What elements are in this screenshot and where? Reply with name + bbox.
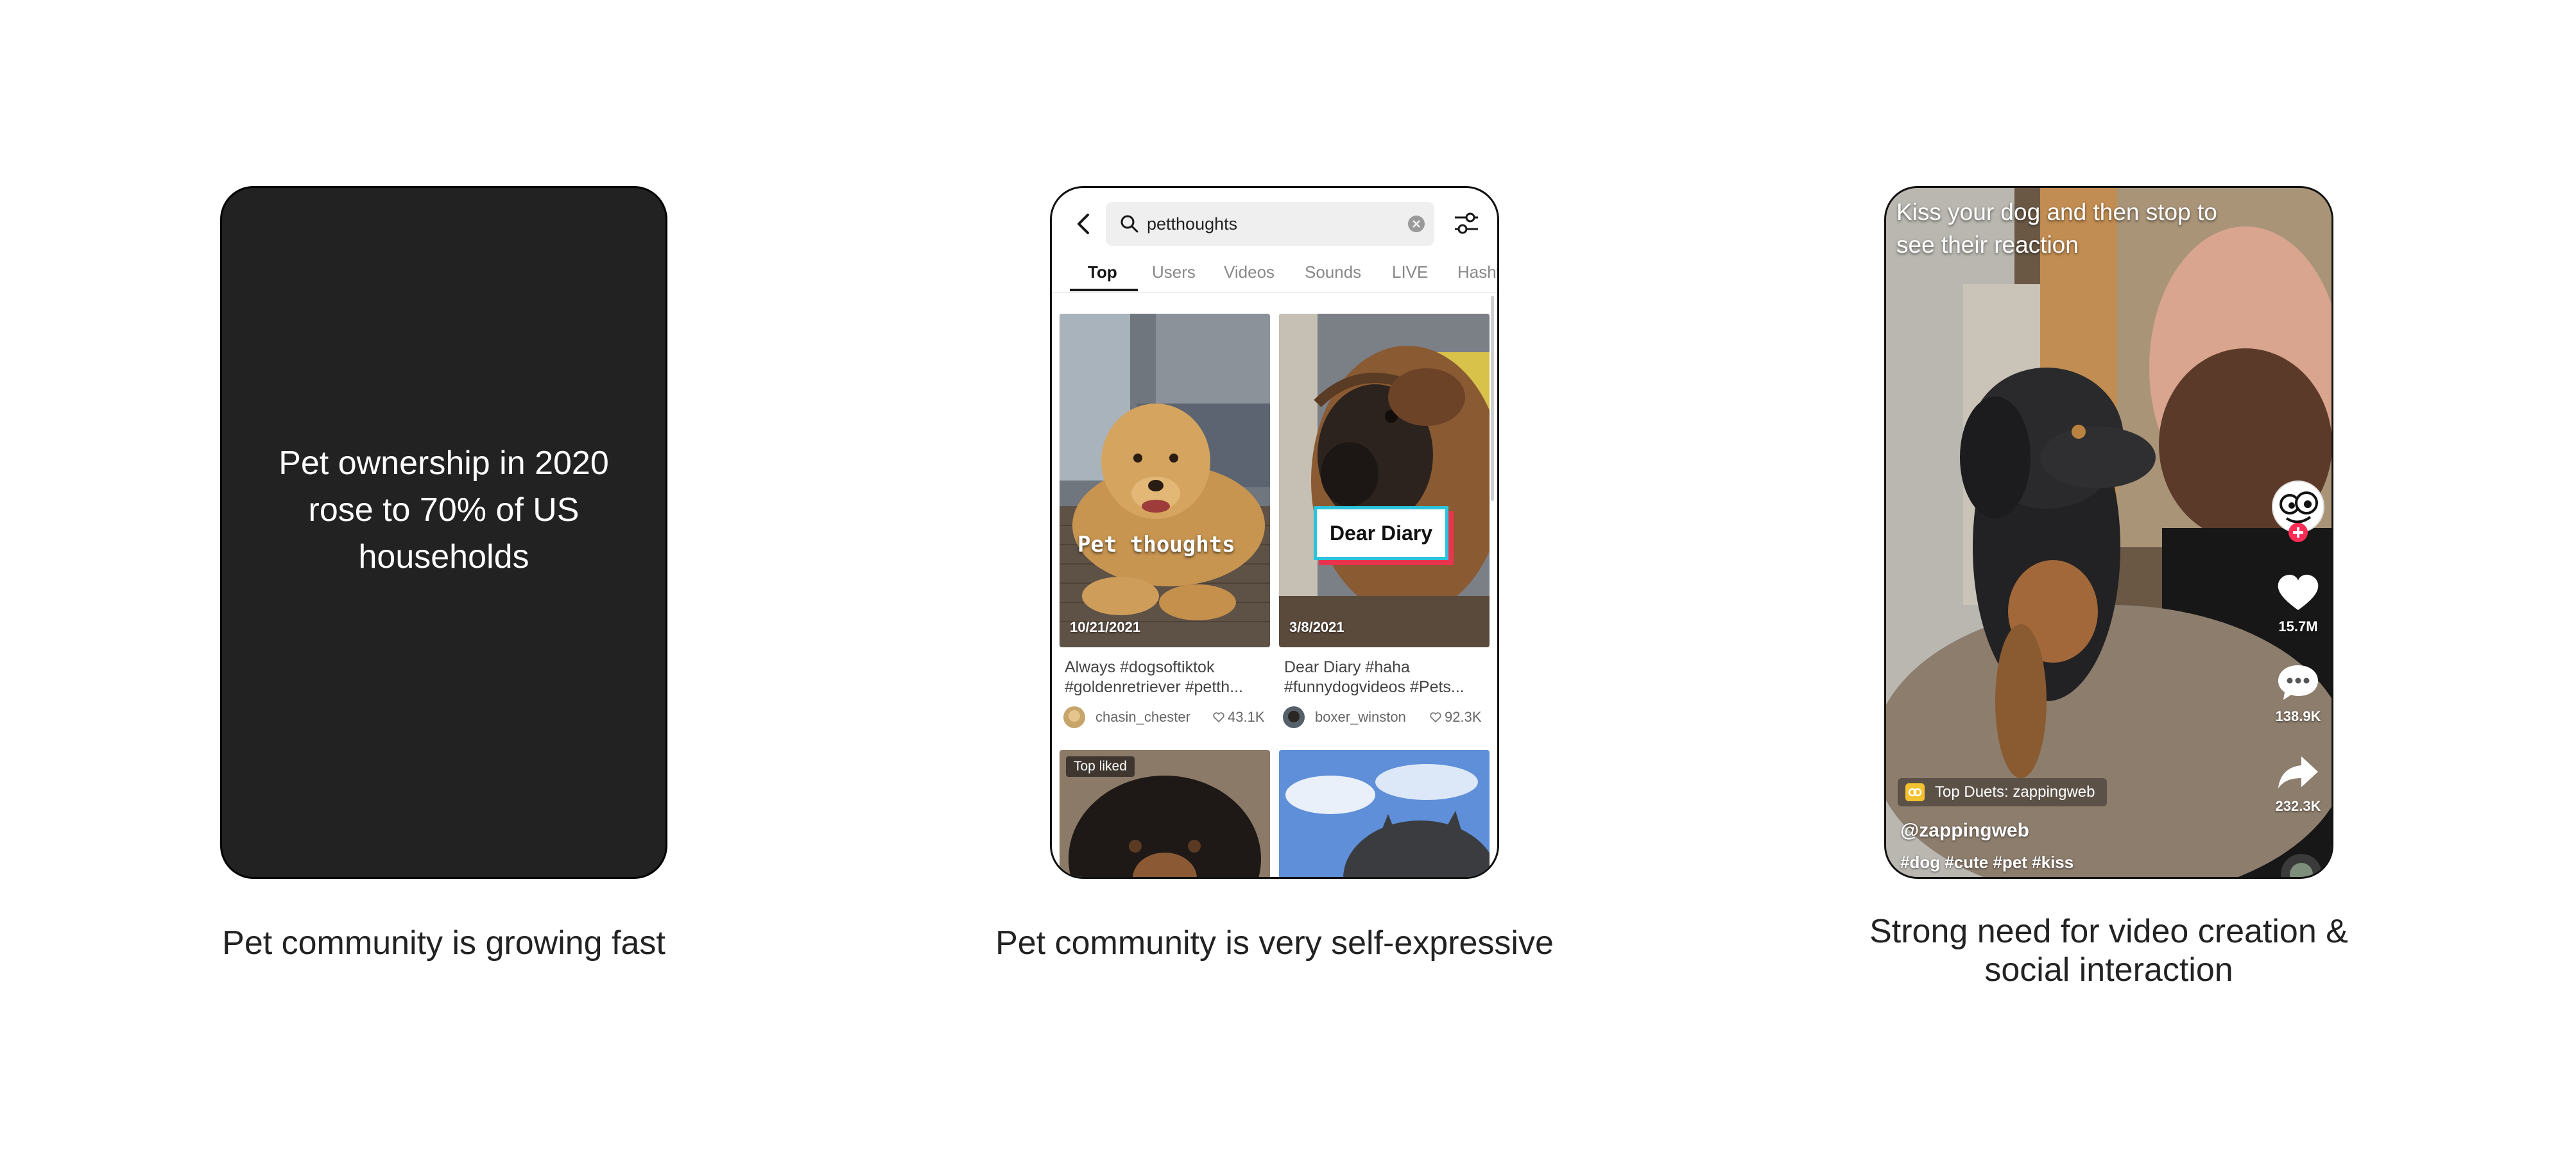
username[interactable]: boxer_winston: [1315, 709, 1406, 726]
tab-sounds[interactable]: Sounds: [1305, 252, 1361, 292]
video-thumbnail-pet-thoughts[interactable]: Pet thoughts 10/21/2021: [1060, 314, 1270, 647]
video-date: 3/8/2021: [1289, 619, 1344, 635]
heart-icon: [1430, 712, 1441, 723]
caption-growing: Pet community is growing fast: [222, 924, 665, 962]
scrollbar[interactable]: [1491, 296, 1494, 501]
stat-text: Pet ownership in 2020 rose to 70% of US …: [279, 444, 609, 575]
video-hashtags[interactable]: #dog #cute #pet #kiss: [1900, 853, 2074, 872]
back-arrow-icon[interactable]: [1071, 211, 1097, 237]
creator-avatar-icon: [2272, 480, 2324, 542]
video-description[interactable]: Always #dogsoftiktok #goldenretriever #p…: [1065, 658, 1270, 697]
search-results-phone: Top Users Videos Sounds LIVE Hashtags: [1050, 186, 1499, 879]
clear-icon[interactable]: [1407, 215, 1425, 233]
stat-card: Pet ownership in 2020 rose to 70% of US …: [220, 186, 667, 879]
overlay-text: Dear Diary: [1314, 506, 1448, 560]
caption-self-expressive: Pet community is very self-expressive: [995, 924, 1554, 962]
like-button[interactable]: 15.7M: [2266, 573, 2330, 635]
tab-videos[interactable]: Videos: [1224, 252, 1275, 292]
top-liked-badge: Top liked: [1066, 756, 1135, 777]
like-count: 43.1K: [1228, 709, 1265, 725]
tab-hashtags[interactable]: Hashtags: [1457, 252, 1497, 292]
heart-icon: [1213, 712, 1224, 723]
creator-avatar[interactable]: [2266, 480, 2330, 547]
comment-icon: [2278, 665, 2318, 700]
boxer-dog-image: [1279, 314, 1490, 647]
duet-icon: [1905, 783, 1925, 801]
video-player-phone[interactable]: Kiss your dog and then stop to see their…: [1884, 186, 2333, 879]
comment-button[interactable]: 138.9K: [2266, 663, 2330, 725]
tab-top[interactable]: Top: [1088, 252, 1117, 292]
tabs-divider: [1052, 292, 1497, 293]
cat-sky-image: [1279, 750, 1490, 877]
tab-live[interactable]: LIVE: [1392, 252, 1428, 292]
search-input[interactable]: [1147, 202, 1391, 246]
like-count: 15.7M: [2278, 618, 2318, 634]
share-arrow-icon: [2278, 756, 2318, 788]
golden-retriever-image: [1060, 314, 1270, 647]
like-count: 92.3K: [1445, 709, 1482, 725]
comment-count: 138.9K: [2275, 708, 2321, 724]
video-date: 10/21/2021: [1070, 619, 1141, 635]
search-bar[interactable]: [1106, 202, 1434, 246]
top-duets-chip[interactable]: Top Duets: zappingweb: [1898, 778, 2107, 806]
video-thumbnail-dear-diary[interactable]: Dear Diary 3/8/2021: [1279, 314, 1490, 647]
overlay-text: Pet thoughts: [1078, 532, 1235, 557]
avatar[interactable]: [1063, 706, 1085, 728]
share-count: 232.3K: [2275, 798, 2321, 814]
video-meta: boxer_winston 92.3K: [1283, 705, 1495, 729]
filter-icon[interactable]: [1452, 210, 1481, 237]
music-disc-icon[interactable]: [2280, 849, 2323, 879]
share-button[interactable]: 232.3K: [2266, 753, 2330, 815]
video-meta: chasin_chester 43.1K: [1063, 705, 1275, 729]
video-thumbnail-rottweiler[interactable]: Top liked: [1060, 750, 1270, 877]
avatar[interactable]: [1283, 706, 1305, 728]
username[interactable]: chasin_chester: [1095, 709, 1190, 726]
top-duets-label: Top Duets: zappingweb: [1935, 783, 2095, 801]
creator-handle[interactable]: @zappingweb: [1900, 820, 2029, 842]
heart-icon: [2278, 574, 2319, 610]
video-thumbnail-cat[interactable]: [1279, 750, 1490, 877]
active-tab-indicator: [1070, 289, 1138, 291]
video-overlay-text: Kiss your dog and then stop to see their…: [1896, 199, 2217, 258]
caption-video-creation: Strong need for video creation & social …: [1869, 913, 2348, 989]
tab-users[interactable]: Users: [1152, 252, 1196, 292]
video-description[interactable]: Dear Diary #haha #funnydogvideos #Pets..…: [1284, 658, 1490, 697]
search-icon: [1121, 215, 1138, 233]
